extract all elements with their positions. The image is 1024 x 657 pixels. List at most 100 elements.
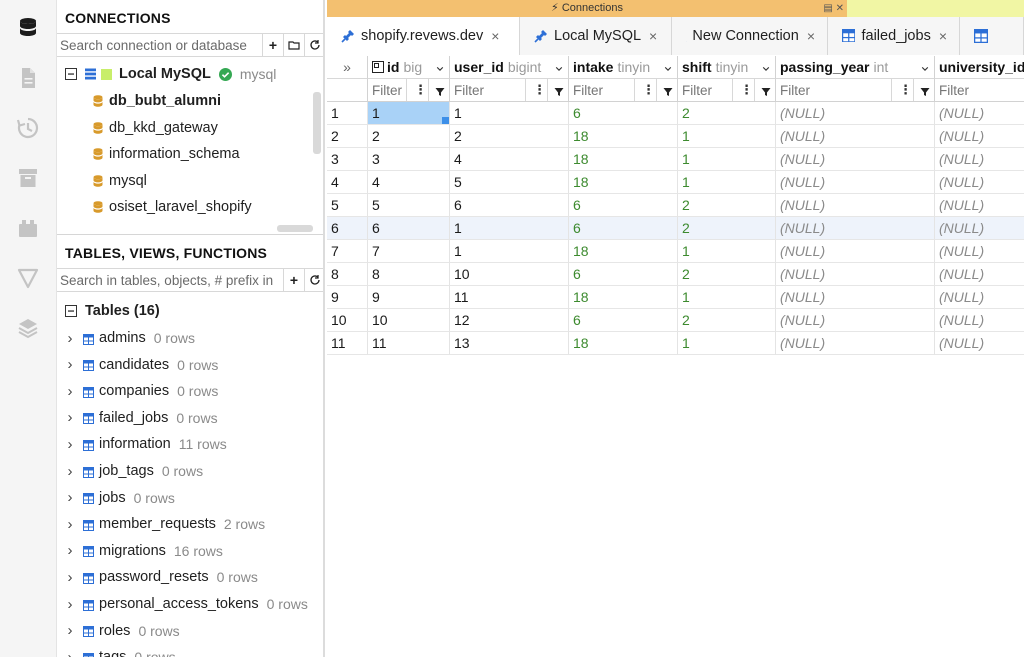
- chevron-right-icon[interactable]: ›: [65, 649, 75, 657]
- cell-user-id[interactable]: 12: [450, 309, 569, 332]
- close-icon[interactable]: ×: [939, 28, 947, 44]
- row-number[interactable]: 8: [327, 263, 368, 286]
- cell-user-id[interactable]: 13: [450, 332, 569, 355]
- history-icon[interactable]: [14, 114, 42, 142]
- database-item[interactable]: mysql: [93, 168, 147, 194]
- cell-passing-year[interactable]: (NULL): [776, 171, 935, 194]
- chevron-right-icon[interactable]: ›: [65, 622, 75, 639]
- selection-handle[interactable]: [442, 117, 449, 124]
- table-item-tags[interactable]: › tags 0 rows: [65, 644, 176, 657]
- filter-funnel-icon[interactable]: [920, 85, 930, 96]
- column-filter-input[interactable]: [682, 82, 732, 98]
- table-search-input[interactable]: [57, 269, 283, 291]
- refresh-connections-button[interactable]: [304, 34, 323, 56]
- expand-columns-button[interactable]: »: [327, 56, 368, 79]
- cell-id[interactable]: 8: [368, 263, 450, 286]
- cell-passing-year[interactable]: (NULL): [776, 217, 935, 240]
- connection-row[interactable]: Local MySQL mysql: [65, 61, 276, 87]
- chevron-right-icon[interactable]: ›: [65, 409, 75, 426]
- cell-id[interactable]: 6: [368, 217, 450, 240]
- cell-passing-year[interactable]: (NULL): [776, 286, 935, 309]
- close-icon[interactable]: ×: [491, 28, 499, 44]
- cell-id[interactable]: 1: [368, 102, 450, 125]
- cell-id[interactable]: 2: [368, 125, 450, 148]
- database-item[interactable]: db_bubt_alumni: [93, 88, 221, 114]
- cell-passing-year[interactable]: (NULL): [776, 125, 935, 148]
- database-item[interactable]: osiset_laravel_shopify: [93, 194, 252, 220]
- row-number[interactable]: 6: [327, 217, 368, 240]
- cell-university-id[interactable]: (NULL): [935, 240, 1024, 263]
- row-number[interactable]: 11: [327, 332, 368, 355]
- column-filter-input[interactable]: [454, 82, 526, 98]
- cell-university-id[interactable]: (NULL): [935, 102, 1024, 125]
- filter-funnel-icon[interactable]: [663, 85, 673, 96]
- row-number[interactable]: 7: [327, 240, 368, 263]
- cell-user-id[interactable]: 1: [450, 102, 569, 125]
- cell-shift[interactable]: 1: [678, 148, 776, 171]
- cell-intake[interactable]: 6: [569, 102, 678, 125]
- cell-user-id[interactable]: 1: [450, 217, 569, 240]
- chevron-down-icon[interactable]: [760, 60, 770, 71]
- cell-shift[interactable]: 1: [678, 171, 776, 194]
- cell-intake[interactable]: 18: [569, 286, 678, 309]
- cell-id[interactable]: 7: [368, 240, 450, 263]
- row-number[interactable]: 1: [327, 102, 368, 125]
- collapse-icon[interactable]: [65, 305, 77, 317]
- chevron-down-icon[interactable]: [553, 60, 563, 71]
- cell-user-id[interactable]: 4: [450, 148, 569, 171]
- cell-id[interactable]: 9: [368, 286, 450, 309]
- connection-search-input[interactable]: [57, 34, 262, 56]
- cell-intake[interactable]: 18: [569, 171, 678, 194]
- cell-intake[interactable]: 18: [569, 148, 678, 171]
- cell-shift[interactable]: 1: [678, 125, 776, 148]
- cell-university-id[interactable]: (NULL): [935, 286, 1024, 309]
- column-header-passing-year[interactable]: passing_year int: [776, 56, 935, 79]
- more-options-icon[interactable]: ⋮: [740, 82, 753, 98]
- cell-user-id[interactable]: 10: [450, 263, 569, 286]
- column-filter-input[interactable]: [573, 82, 635, 98]
- archive-icon[interactable]: [14, 164, 42, 192]
- filter-funnel-icon[interactable]: [761, 85, 771, 96]
- filter-funnel-icon[interactable]: [435, 85, 445, 96]
- chevron-right-icon[interactable]: ›: [65, 596, 75, 613]
- table-item-password-resets[interactable]: › password_resets 0 rows: [65, 564, 258, 590]
- chevron-right-icon[interactable]: ›: [65, 356, 75, 373]
- table-item-candidates[interactable]: › candidates 0 rows: [65, 352, 219, 378]
- cell-university-id[interactable]: (NULL): [935, 217, 1024, 240]
- cell-intake[interactable]: 18: [569, 240, 678, 263]
- table-item-job-tags[interactable]: › job_tags 0 rows: [65, 458, 204, 484]
- more-options-icon[interactable]: ⋮: [533, 82, 546, 98]
- column-filter-input[interactable]: [372, 82, 408, 98]
- cell-id[interactable]: 11: [368, 332, 450, 355]
- row-number[interactable]: 2: [327, 125, 368, 148]
- tab-new-connection[interactable]: New Connection ×: [672, 17, 828, 55]
- table-item-personal-access-tokens[interactable]: › personal_access_tokens 0 rows: [65, 591, 308, 617]
- tab-overflow[interactable]: [960, 17, 1024, 55]
- cell-user-id[interactable]: 6: [450, 194, 569, 217]
- column-filter-input[interactable]: [939, 82, 1024, 98]
- cell-university-id[interactable]: (NULL): [935, 125, 1024, 148]
- cell-passing-year[interactable]: (NULL): [776, 194, 935, 217]
- cell-shift[interactable]: 2: [678, 263, 776, 286]
- tab-shopify-revews-dev[interactable]: shopify.revews.dev ×: [327, 17, 520, 55]
- cell-user-id[interactable]: 1: [450, 240, 569, 263]
- cell-university-id[interactable]: (NULL): [935, 148, 1024, 171]
- column-header-id[interactable]: id big: [368, 56, 450, 79]
- refresh-tables-button[interactable]: [304, 269, 323, 291]
- cell-intake[interactable]: 6: [569, 217, 678, 240]
- cell-id[interactable]: 5: [368, 194, 450, 217]
- more-options-icon[interactable]: ⋮: [642, 82, 655, 98]
- table-item-information[interactable]: › information 11 rows: [65, 431, 227, 457]
- database-item[interactable]: db_kkd_gateway: [93, 115, 218, 141]
- cell-passing-year[interactable]: (NULL): [776, 309, 935, 332]
- chevron-right-icon[interactable]: ›: [65, 383, 75, 400]
- cell-user-id[interactable]: 11: [450, 286, 569, 309]
- cell-university-id[interactable]: (NULL): [935, 332, 1024, 355]
- close-icon[interactable]: ×: [807, 28, 815, 44]
- column-header-university-id[interactable]: university_id: [935, 56, 1024, 79]
- column-header-intake[interactable]: intake tinyin: [569, 56, 678, 79]
- cell-university-id[interactable]: (NULL): [935, 309, 1024, 332]
- cell-university-id[interactable]: (NULL): [935, 194, 1024, 217]
- new-folder-button[interactable]: [283, 34, 304, 56]
- table-item-admins[interactable]: › admins 0 rows: [65, 325, 195, 351]
